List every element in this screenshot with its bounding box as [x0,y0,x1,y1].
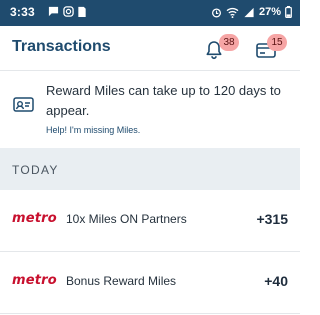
transaction-row[interactable]: metro 10x Miles ON Partners +315 [0,190,300,252]
section-header-today: TODAY [0,148,300,190]
miles-card-icon [12,95,36,120]
transaction-row[interactable]: metro Bonus Reward Miles +40 [0,252,300,314]
chat-icon [48,6,59,17]
alarm-icon [211,7,222,18]
transaction-amount: +315 [256,211,288,227]
battery-level: 27% [258,6,281,18]
transaction-description: Bonus Reward Miles [66,274,177,288]
section-label: TODAY [12,163,59,177]
signal-icon [243,7,255,18]
status-time: 3:33 [10,5,35,19]
transaction-amount: +40 [264,273,288,289]
metro-logo: metro [12,273,57,288]
battery-icon [285,6,292,18]
notifications-badge: 38 [219,34,239,51]
status-right-icons: 27% [211,6,292,18]
wallet-badge: 15 [267,34,287,51]
transaction-description: 10x Miles ON Partners [66,212,187,226]
status-bar: 3:33 27% [0,0,300,26]
notifications-button[interactable]: 38 [205,34,239,64]
notice-text: Reward Miles can take up to 120 days to … [46,83,281,118]
metro-logo: metro [12,211,57,226]
page-title: Transactions [12,38,111,55]
missing-miles-link[interactable]: Help! I'm missing Miles. [46,125,140,135]
wallet-button[interactable]: 15 [256,34,287,64]
instagram-icon [63,6,74,17]
status-left-icons [48,6,86,17]
sim-card-icon [78,6,86,17]
app-header: Transactions 38 15 [0,26,300,70]
wifi-icon [226,7,239,18]
info-notice: Reward Miles can take up to 120 days to … [0,70,300,148]
